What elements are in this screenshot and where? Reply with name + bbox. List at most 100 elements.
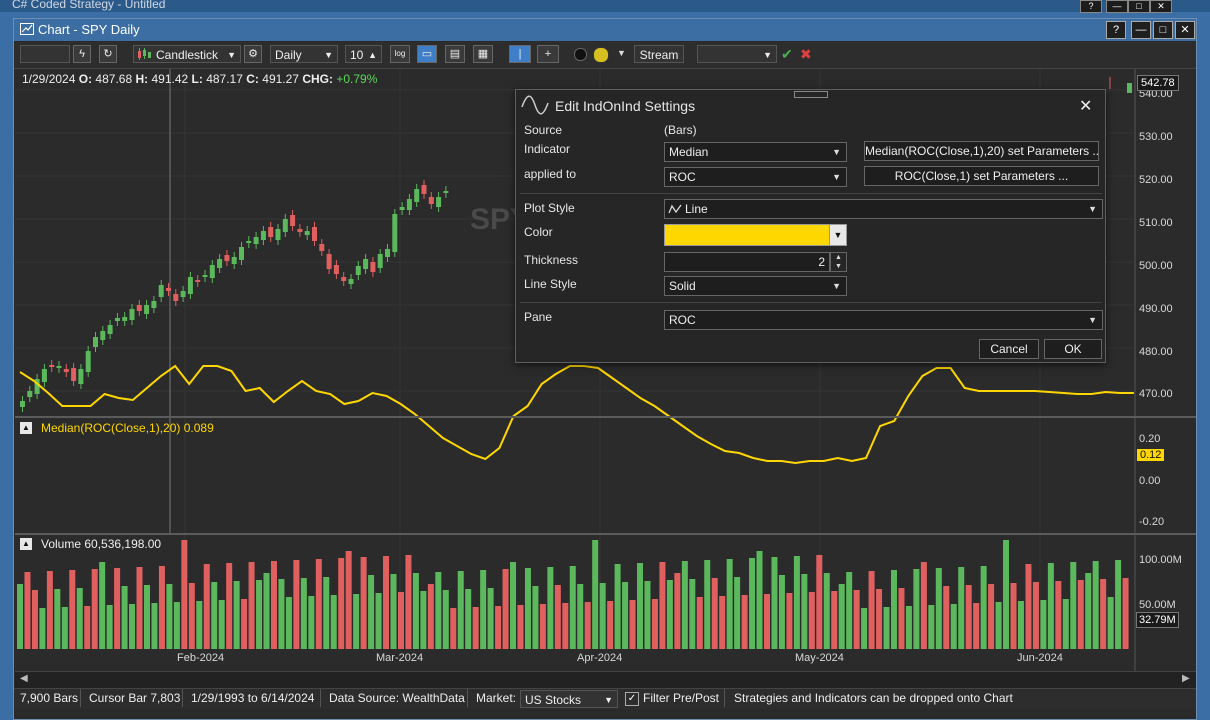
- volume-bar: [390, 574, 397, 649]
- minimize-button[interactable]: —: [1131, 21, 1151, 39]
- lightning-icon[interactable]: ϟ: [73, 45, 91, 63]
- candle-body: [151, 301, 157, 308]
- help-button[interactable]: ?: [1106, 21, 1126, 39]
- collapse-indicator-pane-icon[interactable]: ▲: [20, 422, 32, 434]
- cancel-button[interactable]: Cancel: [979, 339, 1039, 359]
- pane-separator[interactable]: [15, 533, 1196, 535]
- smiley-dropdown-chevron-icon[interactable]: ▼: [617, 48, 626, 58]
- volume-bar: [285, 597, 292, 649]
- volume-bar: [1010, 583, 1017, 649]
- line-style-select[interactable]: Solid ▼: [664, 276, 847, 296]
- background-help-button[interactable]: ?: [1080, 0, 1102, 13]
- background-close-button[interactable]: ✕: [1150, 0, 1172, 13]
- layout-icon-1[interactable]: ▭: [417, 45, 437, 63]
- crosshair-button[interactable]: +: [537, 45, 559, 63]
- record-icon[interactable]: [574, 48, 587, 61]
- candle-body: [443, 191, 449, 193]
- scale-select[interactable]: Daily ▼: [270, 45, 338, 63]
- volume-bar: [973, 603, 980, 649]
- volume-bar: [726, 559, 733, 649]
- filter-checkbox[interactable]: ✓: [625, 692, 639, 706]
- indicator-pane-label: Median(ROC(Close,1),20) 0.089: [41, 421, 214, 435]
- pane-select[interactable]: ROC ▼: [664, 310, 1103, 330]
- pane-separator[interactable]: [15, 416, 1196, 418]
- volume-bar: [84, 606, 91, 649]
- link-icon[interactable]: ↻: [99, 45, 117, 63]
- background-maximize-button[interactable]: □: [1128, 0, 1150, 13]
- indicator-select-value: Median: [669, 145, 709, 159]
- thickness-label: Thickness: [524, 253, 579, 267]
- volume-bar: [935, 568, 942, 649]
- bars-stepper[interactable]: 10 ▲: [345, 45, 382, 63]
- applied-to-select[interactable]: ROC ▼: [664, 167, 847, 187]
- chart-window-titlebar[interactable]: [14, 19, 1196, 41]
- thickness-stepper[interactable]: ▲ ▼: [830, 252, 847, 272]
- color-swatch[interactable]: [664, 224, 830, 246]
- candle-body: [414, 189, 420, 202]
- chart-style-value: Candlestick: [156, 48, 219, 62]
- candle-body: [399, 207, 405, 210]
- candle-body: [363, 259, 369, 269]
- candle-body: [341, 277, 347, 281]
- cancel-x-icon[interactable]: ✖: [800, 46, 812, 63]
- volume-bar: [741, 595, 748, 649]
- x-axis-label: Feb-2024: [177, 652, 225, 664]
- volume-bar: [1122, 578, 1129, 649]
- cursor-bar: Cursor Bar 7,803: [89, 691, 181, 705]
- candle-body: [78, 369, 84, 384]
- cursor-line-button[interactable]: |: [509, 45, 531, 63]
- dialog-drag-handle[interactable]: [794, 91, 828, 98]
- volume-bar: [1040, 600, 1047, 649]
- plot-style-label: Plot Style: [524, 201, 575, 215]
- thickness-input[interactable]: 2: [664, 252, 830, 272]
- plot-style-select[interactable]: Line ▼: [664, 199, 1103, 219]
- indicator-parameters-button[interactable]: Median(ROC(Close,1),20) set Parameters .…: [864, 141, 1099, 161]
- volume-bar: [375, 593, 382, 649]
- horizontal-scrollbar[interactable]: [15, 671, 1196, 688]
- maximize-button[interactable]: □: [1153, 21, 1173, 39]
- collapse-volume-pane-icon[interactable]: ▲: [20, 538, 32, 550]
- price-tick: 510.00: [1139, 217, 1173, 229]
- candle-body: [304, 231, 310, 235]
- volume-bar: [711, 578, 718, 649]
- stream-button[interactable]: Stream: [634, 45, 684, 63]
- scroll-left-icon[interactable]: ◀: [20, 673, 28, 684]
- filter-label: Filter Pre/Post: [643, 691, 720, 705]
- check-icon[interactable]: ✔: [781, 46, 793, 63]
- change-value: +0.79%: [336, 72, 378, 86]
- gear-icon[interactable]: ⚙: [244, 45, 262, 63]
- volume-bar: [136, 567, 143, 649]
- candle-body: [297, 229, 303, 232]
- applied-to-value: ROC: [669, 170, 696, 184]
- indicator-select[interactable]: Median ▼: [664, 142, 847, 162]
- strategy-select[interactable]: ▼: [697, 45, 777, 63]
- volume-bar: [226, 563, 233, 649]
- candle-body: [71, 368, 77, 381]
- color-dropdown-chevron-icon[interactable]: ▼: [829, 224, 847, 246]
- dialog-close-icon[interactable]: ✕: [1079, 96, 1092, 116]
- volume-bar: [1107, 597, 1114, 649]
- symbol-input[interactable]: [20, 45, 70, 63]
- scroll-right-icon[interactable]: ▶: [1182, 673, 1190, 684]
- candle-body: [20, 401, 25, 407]
- market-select[interactable]: US Stocks ▼: [520, 690, 618, 708]
- volume-bar: [831, 591, 838, 649]
- close-button[interactable]: ✕: [1175, 21, 1195, 39]
- smiley-icon[interactable]: [593, 47, 609, 63]
- log-scale-button[interactable]: log: [390, 45, 410, 63]
- candle-body: [158, 285, 164, 297]
- layout-icon-2[interactable]: ▤: [445, 45, 465, 63]
- candle-body: [209, 265, 215, 278]
- ohlc-readout: 1/29/2024 O: 487.68 H: 491.42 L: 487.17 …: [22, 72, 377, 86]
- candle-body: [1127, 83, 1132, 93]
- volume-bar: [1017, 601, 1024, 649]
- candle-body: [56, 366, 62, 368]
- applied-parameters-button[interactable]: ROC(Close,1) set Parameters ...: [864, 166, 1099, 186]
- ok-button[interactable]: OK: [1044, 339, 1102, 359]
- candle-body: [421, 185, 427, 194]
- volume-bar: [1047, 563, 1054, 649]
- background-minimize-button[interactable]: —: [1106, 0, 1128, 13]
- volume-bar: [338, 558, 345, 649]
- sine-wave-icon: [521, 95, 549, 115]
- layout-icon-3[interactable]: ▦: [473, 45, 493, 63]
